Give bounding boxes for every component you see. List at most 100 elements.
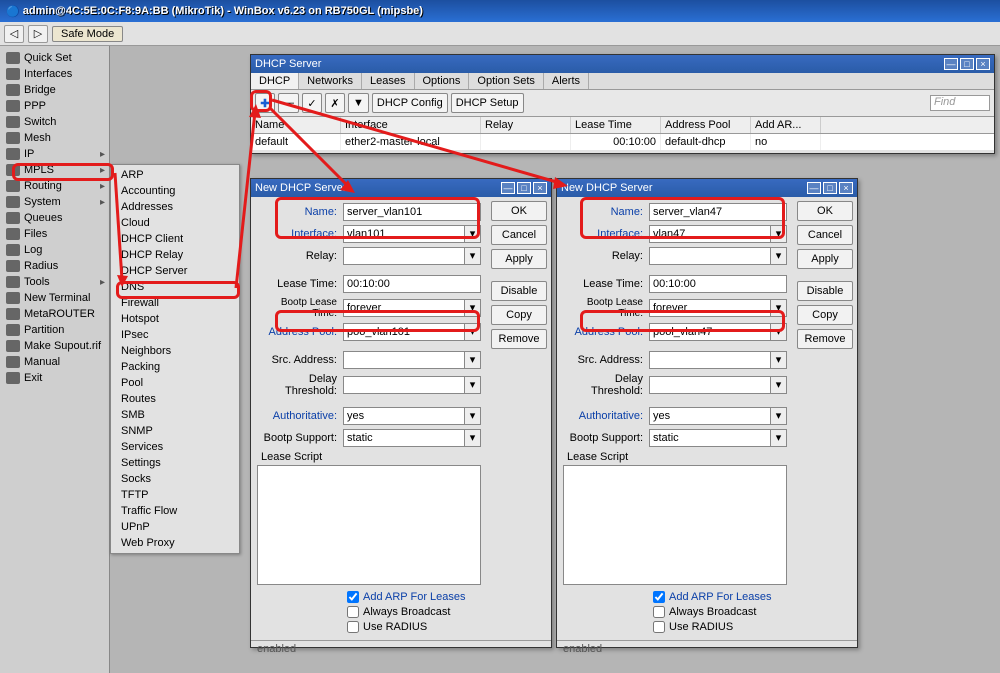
filter-button[interactable]: ▼ <box>348 93 369 113</box>
table-row[interactable]: default ether2-master-local 00:10:00 def… <box>251 134 994 150</box>
remove-button[interactable]: — <box>278 93 299 113</box>
add-arp-checkbox[interactable] <box>347 591 359 603</box>
remove-button[interactable]: Remove <box>797 329 853 349</box>
submenu-item-dns[interactable]: DNS <box>111 279 239 295</box>
delay-input[interactable] <box>343 376 465 394</box>
submenu-item-smb[interactable]: SMB <box>111 407 239 423</box>
bootplease-input[interactable]: forever <box>649 299 771 317</box>
copy-button[interactable]: Copy <box>797 305 853 325</box>
ok-button[interactable]: OK <box>491 201 547 221</box>
submenu-item-tftp[interactable]: TFTP <box>111 487 239 503</box>
tab-networks[interactable]: Networks <box>299 73 362 89</box>
submenu-item-dhcp-relay[interactable]: DHCP Relay <box>111 247 239 263</box>
sidebar-item-log[interactable]: Log <box>0 242 109 258</box>
lease-script-input[interactable] <box>563 465 787 585</box>
enable-button[interactable]: ✓ <box>302 93 322 113</box>
use-radius-checkbox[interactable] <box>347 621 359 633</box>
back-button[interactable]: ◁ <box>4 25 24 43</box>
relay-input[interactable] <box>343 247 465 265</box>
always-broadcast-checkbox[interactable] <box>347 606 359 618</box>
submenu-item-socks[interactable]: Socks <box>111 471 239 487</box>
apply-button[interactable]: Apply <box>797 249 853 269</box>
remove-button[interactable]: Remove <box>491 329 547 349</box>
submenu-item-routes[interactable]: Routes <box>111 391 239 407</box>
relay-dropdown[interactable]: ▾ <box>771 247 787 265</box>
sidebar-item-new-terminal[interactable]: New Terminal <box>0 290 109 306</box>
tab-dhcp[interactable]: DHCP <box>251 73 299 89</box>
name-input[interactable]: server_vlan101 <box>343 203 481 221</box>
sidebar-item-tools[interactable]: Tools <box>0 274 109 290</box>
close-button[interactable]: × <box>976 58 990 70</box>
bootpsupport-input[interactable]: static <box>649 429 771 447</box>
submenu-item-dhcp-server[interactable]: DHCP Server <box>111 263 239 279</box>
disable-button[interactable]: Disable <box>491 281 547 301</box>
relay-input[interactable] <box>649 247 771 265</box>
auth-dropdown[interactable]: ▾ <box>771 407 787 425</box>
submenu-item-traffic-flow[interactable]: Traffic Flow <box>111 503 239 519</box>
col-name[interactable]: Name <box>251 117 341 133</box>
pool-dropdown[interactable]: ▾ <box>771 323 787 341</box>
add-button[interactable]: ✚ <box>255 93 275 113</box>
name-input[interactable]: server_vlan47 <box>649 203 787 221</box>
tab-leases[interactable]: Leases <box>362 73 414 89</box>
sidebar-item-files[interactable]: Files <box>0 226 109 242</box>
submenu-item-snmp[interactable]: SNMP <box>111 423 239 439</box>
submenu-item-services[interactable]: Services <box>111 439 239 455</box>
submenu-item-packing[interactable]: Packing <box>111 359 239 375</box>
sidebar-item-ip[interactable]: IP <box>0 146 109 162</box>
bootpsupport-dropdown[interactable]: ▾ <box>771 429 787 447</box>
sidebar-item-partition[interactable]: Partition <box>0 322 109 338</box>
maximize-button[interactable]: □ <box>960 58 974 70</box>
submenu-item-settings[interactable]: Settings <box>111 455 239 471</box>
add-arp-checkbox[interactable] <box>653 591 665 603</box>
col-addarp[interactable]: Add AR... <box>751 117 821 133</box>
close-button[interactable]: × <box>839 182 853 194</box>
submenu-item-dhcp-client[interactable]: DHCP Client <box>111 231 239 247</box>
lease-script-input[interactable] <box>257 465 481 585</box>
sidebar-item-radius[interactable]: Radius <box>0 258 109 274</box>
cancel-button[interactable]: Cancel <box>797 225 853 245</box>
minimize-button[interactable]: — <box>501 182 515 194</box>
interface-dropdown[interactable]: ▾ <box>465 225 481 243</box>
submenu-item-web-proxy[interactable]: Web Proxy <box>111 535 239 551</box>
sidebar-item-system[interactable]: System <box>0 194 109 210</box>
ok-button[interactable]: OK <box>797 201 853 221</box>
sidebar-item-queues[interactable]: Queues <box>0 210 109 226</box>
always-broadcast-checkbox[interactable] <box>653 606 665 618</box>
tab-option-sets[interactable]: Option Sets <box>469 73 543 89</box>
dhcp-setup-button[interactable]: DHCP Setup <box>451 93 524 113</box>
leasetime-input[interactable]: 00:10:00 <box>649 275 787 293</box>
interface-dropdown[interactable]: ▾ <box>771 225 787 243</box>
interface-input[interactable]: vlan101 <box>343 225 465 243</box>
find-input[interactable]: Find <box>930 95 990 111</box>
bootplease-dropdown[interactable]: ▾ <box>465 299 481 317</box>
src-input[interactable] <box>343 351 465 369</box>
dhcp-config-button[interactable]: DHCP Config <box>372 93 448 113</box>
maximize-button[interactable]: □ <box>823 182 837 194</box>
col-relay[interactable]: Relay <box>481 117 571 133</box>
pool-dropdown[interactable]: ▾ <box>465 323 481 341</box>
use-radius-checkbox[interactable] <box>653 621 665 633</box>
cancel-button[interactable]: Cancel <box>491 225 547 245</box>
bootplease-dropdown[interactable]: ▾ <box>771 299 787 317</box>
auth-input[interactable]: yes <box>343 407 465 425</box>
sidebar-item-make-supout.rif[interactable]: Make Supout.rif <box>0 338 109 354</box>
sidebar-item-interfaces[interactable]: Interfaces <box>0 66 109 82</box>
sidebar-item-switch[interactable]: Switch <box>0 114 109 130</box>
sidebar-item-quick-set[interactable]: Quick Set <box>0 50 109 66</box>
tab-alerts[interactable]: Alerts <box>544 73 589 89</box>
auth-dropdown[interactable]: ▾ <box>465 407 481 425</box>
minimize-button[interactable]: — <box>807 182 821 194</box>
interface-input[interactable]: vlan47 <box>649 225 771 243</box>
submenu-item-addresses[interactable]: Addresses <box>111 199 239 215</box>
submenu-item-hotspot[interactable]: Hotspot <box>111 311 239 327</box>
sidebar-item-ppp[interactable]: PPP <box>0 98 109 114</box>
src-dropdown[interactable]: ▾ <box>465 351 481 369</box>
maximize-button[interactable]: □ <box>517 182 531 194</box>
src-dropdown[interactable]: ▾ <box>771 351 787 369</box>
submenu-item-accounting[interactable]: Accounting <box>111 183 239 199</box>
pool-input[interactable]: pool_vlan47 <box>649 323 771 341</box>
sidebar-item-manual[interactable]: Manual <box>0 354 109 370</box>
bootpsupport-dropdown[interactable]: ▾ <box>465 429 481 447</box>
delay-input[interactable] <box>649 376 771 394</box>
